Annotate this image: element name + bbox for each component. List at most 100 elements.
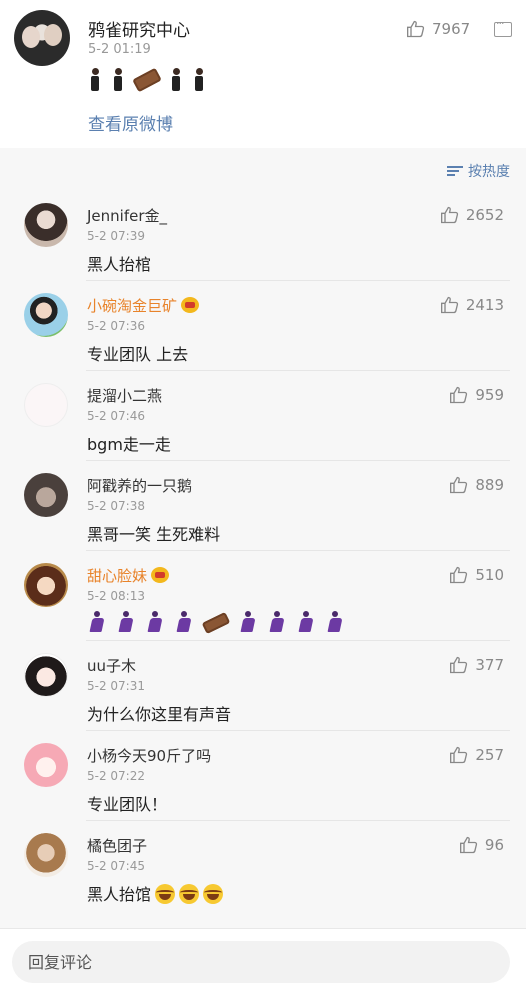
like-button[interactable]: 510 — [449, 565, 504, 585]
comment-item: 小碗淘金巨矿 5-2 07:36 专业团队 上去 2413 — [0, 281, 526, 371]
author-avatar[interactable] — [14, 10, 70, 66]
comment-time: 5-2 07:38 — [87, 499, 145, 513]
comment-item: 提溜小二燕 5-2 07:46 bgm走一走 959 — [0, 371, 526, 461]
thumbs-up-icon — [450, 656, 468, 674]
dancer-emoji — [267, 611, 287, 633]
comment-text: 为什么你这里有声音 — [87, 705, 232, 724]
comment-time: 5-2 07:46 — [87, 409, 145, 423]
comment-text-content: 黑人抬馆 — [87, 885, 152, 904]
avatar[interactable] — [24, 833, 68, 877]
like-count: 889 — [475, 476, 504, 494]
dancer-emoji — [87, 611, 107, 633]
sort-label: 按热度 — [468, 164, 510, 180]
like-count: 257 — [475, 746, 504, 764]
commenter-name[interactable]: uu子木 — [87, 655, 136, 676]
dancer-emoji — [116, 611, 136, 633]
comment-time: 5-2 08:13 — [87, 589, 145, 603]
thumbs-up-icon — [450, 746, 468, 764]
thumbs-up-icon — [450, 386, 468, 404]
dancer-emoji — [325, 611, 345, 633]
thumbs-up-icon — [450, 566, 468, 584]
comment-item: Jennifer金_ 5-2 07:39 黑人抬棺 2652 — [0, 191, 526, 281]
commenter-name[interactable]: 小碗淘金巨矿 — [87, 295, 200, 316]
avatar[interactable] — [24, 293, 68, 337]
comment-item: 阿戳养的一只鹅 5-2 07:38 黑哥一笑 生死难料 889 — [0, 461, 526, 551]
dancer-emoji — [169, 68, 183, 92]
like-button[interactable]: 2652 — [440, 205, 504, 225]
comment-item: 小杨今天90斤了吗 5-2 07:22 专业团队！ 257 — [0, 731, 526, 821]
sort-by-hot-button[interactable]: 按热度 — [447, 161, 510, 181]
vip-crown-icon — [181, 297, 200, 313]
commenter-name[interactable]: 阿戳养的一只鹅 — [87, 475, 192, 496]
avatar[interactable] — [24, 203, 68, 247]
comment-item: uu子木 5-2 07:31 为什么你这里有声音 377 — [0, 641, 526, 731]
dancer-emoji — [88, 68, 102, 92]
avatar[interactable] — [24, 383, 68, 427]
comment-item: 橘色团子 5-2 07:45 黑人抬馆 96 — [0, 821, 526, 911]
thumbs-up-icon — [440, 296, 458, 314]
reply-comment-input[interactable] — [12, 941, 510, 983]
comments-section: 按热度 Jennifer金_ 5-2 07:39 黑人抬棺 2652 小碗淘金巨… — [0, 148, 526, 928]
like-button[interactable]: 889 — [449, 475, 504, 495]
like-count: 510 — [475, 566, 504, 584]
thumbs-up-icon — [450, 476, 468, 494]
like-count: 377 — [475, 656, 504, 674]
like-count: 96 — [484, 836, 504, 854]
post-like-count: 7967 — [432, 20, 471, 38]
view-original-link[interactable]: 查看原微博 — [88, 110, 173, 135]
laugh-emoji — [155, 884, 176, 904]
post-author-name[interactable]: 鸦雀研究中心 — [88, 16, 190, 41]
comment-text: 黑人抬棺 — [87, 255, 152, 274]
commenter-name[interactable]: 橘色团子 — [87, 835, 147, 856]
laugh-emoji — [179, 884, 200, 904]
post-emoji-row — [88, 67, 206, 93]
comment-text: 专业团队！ — [87, 795, 168, 814]
dancer-emoji — [111, 68, 125, 92]
thumbs-up-icon — [407, 20, 425, 38]
coffin-emoji — [132, 67, 162, 93]
avatar[interactable] — [24, 653, 68, 697]
avatar[interactable] — [24, 473, 68, 517]
commenter-name[interactable]: Jennifer金_ — [87, 205, 167, 226]
like-count: 2413 — [465, 296, 504, 314]
comment-time: 5-2 07:31 — [87, 679, 145, 693]
coffin-emoji — [201, 611, 231, 635]
like-button[interactable]: 959 — [449, 385, 504, 405]
like-button[interactable]: 377 — [449, 655, 504, 675]
like-button[interactable]: 2413 — [440, 295, 504, 315]
comment-text: bgm走一走 — [87, 435, 171, 454]
dancer-emoji — [238, 611, 258, 633]
commenter-name-text: 甜心脸妹 — [87, 567, 148, 585]
comment-time: 5-2 07:45 — [87, 859, 145, 873]
commenter-name-text: 小碗淘金巨矿 — [87, 297, 178, 315]
reply-bar — [0, 928, 526, 1000]
comment-time: 5-2 07:22 — [87, 769, 145, 783]
thumbs-up-icon — [459, 836, 478, 854]
commenter-name[interactable]: 提溜小二燕 — [87, 385, 162, 406]
comment-time: 5-2 07:36 — [87, 319, 145, 333]
avatar[interactable] — [24, 563, 68, 607]
comment-item: 甜心脸妹 5-2 08:13 510 — [0, 551, 526, 641]
comment-text: 黑人抬馆 — [87, 881, 224, 905]
like-count: 2652 — [465, 206, 504, 224]
original-post: 鸦雀研究中心 5-2 01:19 查看原微博 7967 — [0, 0, 526, 148]
like-count: 959 — [475, 386, 504, 404]
comment-text: 黑哥一笑 生死难料 — [87, 525, 221, 544]
comment-box-icon[interactable] — [494, 17, 512, 37]
commenter-name[interactable]: 小杨今天90斤了吗 — [87, 745, 211, 766]
dancer-emoji — [192, 68, 206, 92]
like-button[interactable]: 257 — [449, 745, 504, 765]
thumbs-up-icon — [440, 206, 458, 224]
vip-crown-icon — [151, 567, 170, 583]
post-like-button[interactable]: 7967 — [406, 19, 470, 39]
post-time: 5-2 01:19 — [88, 42, 151, 57]
dancer-emoji — [296, 611, 316, 633]
avatar[interactable] — [24, 743, 68, 787]
comment-text: 专业团队 上去 — [87, 345, 189, 364]
comment-time: 5-2 07:39 — [87, 229, 145, 243]
like-button[interactable]: 96 — [459, 835, 504, 855]
commenter-name[interactable]: 甜心脸妹 — [87, 565, 170, 586]
laugh-emoji — [203, 884, 224, 904]
dancer-emoji — [174, 611, 194, 633]
comment-emoji-row — [87, 611, 345, 635]
